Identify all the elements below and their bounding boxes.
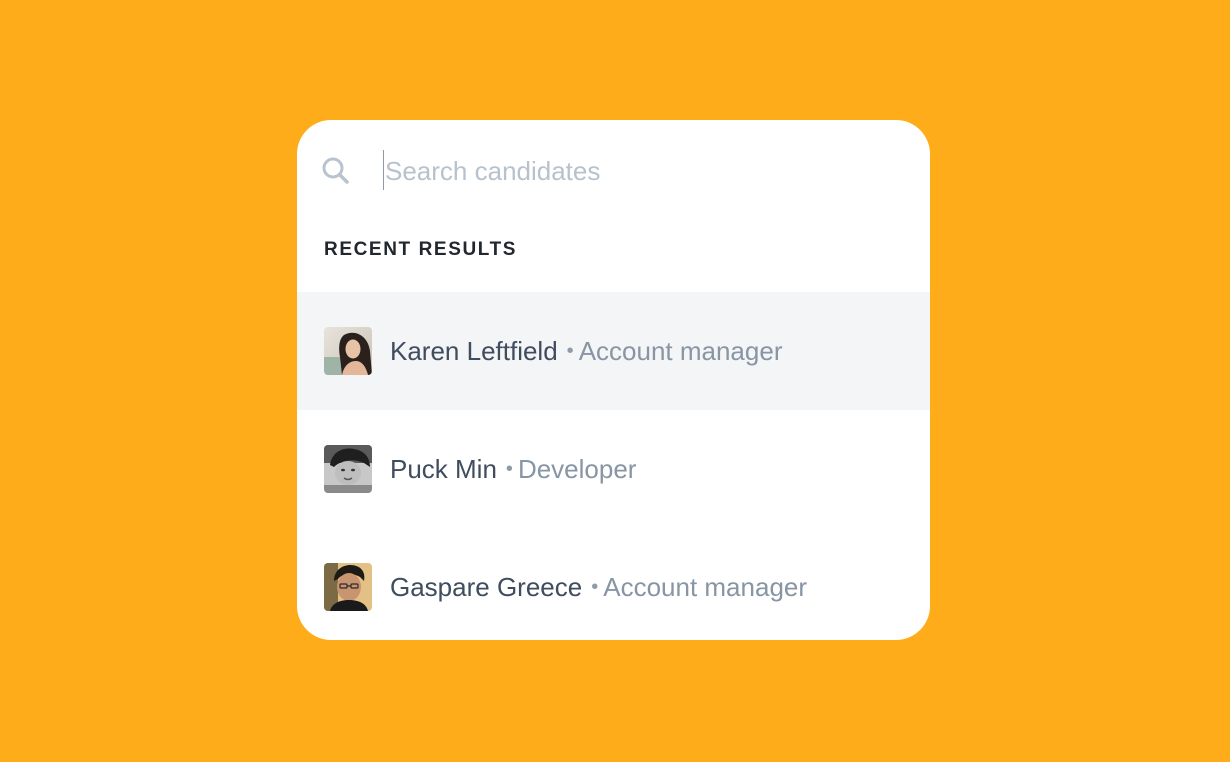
candidate-name: Karen Leftfield — [390, 335, 558, 366]
separator-dot: • — [566, 339, 574, 362]
avatar — [324, 327, 372, 375]
avatar — [324, 445, 372, 493]
result-row-puck-min[interactable]: Puck Min • Developer — [297, 410, 930, 528]
candidate-name: Gaspare Greece — [390, 571, 583, 602]
result-row-karen-leftfield[interactable]: Karen Leftfield • Account manager — [297, 292, 930, 410]
result-text: Karen Leftfield • Account manager — [390, 336, 782, 367]
result-text: Gaspare Greece • Account manager — [390, 572, 807, 603]
candidate-name: Puck Min — [390, 453, 497, 484]
search-icon — [321, 156, 351, 186]
search-input[interactable] — [385, 150, 885, 192]
recent-results-list: Karen Leftfield • Account manager Puck Min… — [297, 292, 930, 640]
candidate-role: Developer — [517, 453, 637, 484]
separator-dot: • — [505, 457, 513, 480]
result-text: Puck Min • Developer — [390, 454, 636, 485]
text-caret — [383, 150, 384, 190]
candidate-search-panel: RECENT RESULTS — [297, 120, 930, 640]
search-bar — [297, 120, 930, 220]
avatar — [324, 563, 372, 611]
candidate-role: Account manager — [578, 335, 783, 366]
separator-dot: • — [591, 575, 599, 598]
recent-results-heading: RECENT RESULTS — [324, 239, 518, 260]
candidate-role: Account manager — [603, 571, 808, 602]
result-row-gaspare-greece[interactable]: Gaspare Greece • Account manager — [297, 528, 930, 640]
